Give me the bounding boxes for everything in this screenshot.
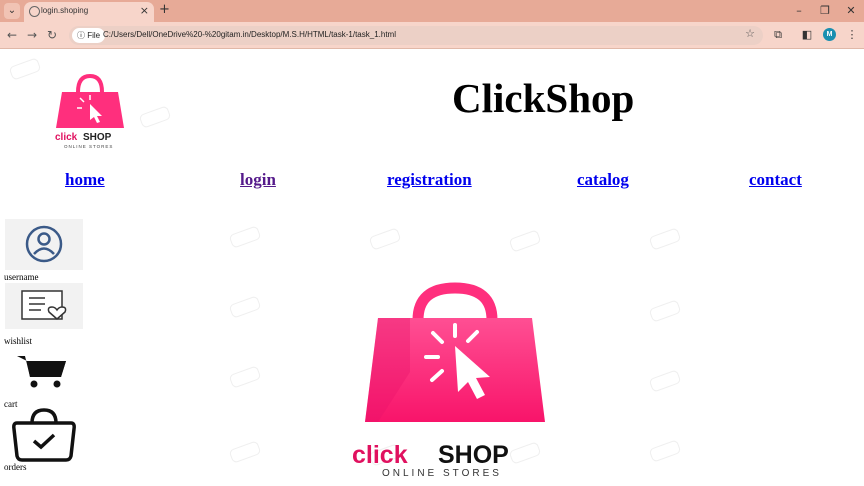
- main-logo-text: click: [352, 441, 408, 469]
- reload-icon[interactable]: ↻: [44, 27, 60, 43]
- close-window-icon[interactable]: ✕: [843, 3, 859, 19]
- wishlist-tile[interactable]: [5, 283, 83, 329]
- page-content: click SHOP ONLINE STORES ClickShop home …: [0, 50, 864, 486]
- close-tab-icon[interactable]: ×: [140, 4, 149, 17]
- file-info-chip[interactable]: ⓘ File: [72, 28, 106, 43]
- extensions-icon[interactable]: ⧉: [770, 27, 786, 43]
- site-title: ClickShop: [452, 75, 635, 121]
- browser-tab-bar: ⌄ login.shoping × + – ❐ ✕: [0, 0, 864, 22]
- nav-link-home[interactable]: home: [65, 170, 105, 190]
- sidebar-label-wishlist: wishlist: [4, 336, 33, 346]
- main-brand-logo: click SHOP ONLINE STORES: [352, 282, 545, 478]
- nav-link-contact[interactable]: contact: [749, 170, 802, 190]
- main-logo-text-bold: SHOP: [438, 441, 509, 469]
- tab-search-icon[interactable]: ⌄: [4, 3, 20, 19]
- nav-link-login[interactable]: login: [240, 170, 276, 190]
- file-chip-label: File: [87, 31, 101, 40]
- forward-icon[interactable]: →: [24, 27, 40, 43]
- address-bar[interactable]: ⓘ File C:/Users/Dell/OneDrive%20-%20gita…: [69, 26, 763, 45]
- profile-avatar[interactable]: M: [823, 28, 836, 41]
- minimize-icon[interactable]: –: [791, 3, 807, 19]
- nav-link-catalog[interactable]: catalog: [577, 170, 629, 190]
- globe-icon: [29, 6, 40, 17]
- tab-title: login.shoping: [41, 6, 89, 15]
- header-logo-subtext: ONLINE STORES: [64, 144, 113, 149]
- username-tile[interactable]: [5, 219, 83, 270]
- more-menu-icon[interactable]: ⋮: [844, 27, 860, 43]
- back-icon[interactable]: ←: [4, 27, 20, 43]
- header-logo[interactable]: click SHOP ONLINE STORES: [50, 70, 130, 152]
- new-tab-button[interactable]: +: [159, 2, 170, 17]
- url-text: C:/Users/Dell/OneDrive%20-%20gitam.in/De…: [103, 30, 396, 39]
- browser-toolbar: ← → ↻ ⓘ File C:/Users/Dell/OneDrive%20-%…: [0, 22, 864, 49]
- cart-icon[interactable]: [15, 353, 69, 389]
- wishlist-icon: [21, 290, 67, 320]
- main-logo-subtext: ONLINE STORES: [382, 468, 502, 478]
- side-panel-icon[interactable]: ◧: [799, 27, 815, 43]
- header-logo-text: click: [55, 132, 78, 143]
- shopping-bag-icon[interactable]: [9, 407, 79, 463]
- sidebar-label-orders: orders: [4, 462, 27, 472]
- header-logo-text-bold: SHOP: [83, 132, 112, 143]
- browser-tab[interactable]: login.shoping ×: [24, 2, 154, 22]
- user-icon: [25, 225, 63, 263]
- bookmark-star-icon[interactable]: ☆: [745, 27, 755, 40]
- restore-icon[interactable]: ❐: [817, 3, 833, 19]
- nav-link-registration[interactable]: registration: [387, 170, 472, 190]
- sidebar-label-username: username: [4, 272, 39, 282]
